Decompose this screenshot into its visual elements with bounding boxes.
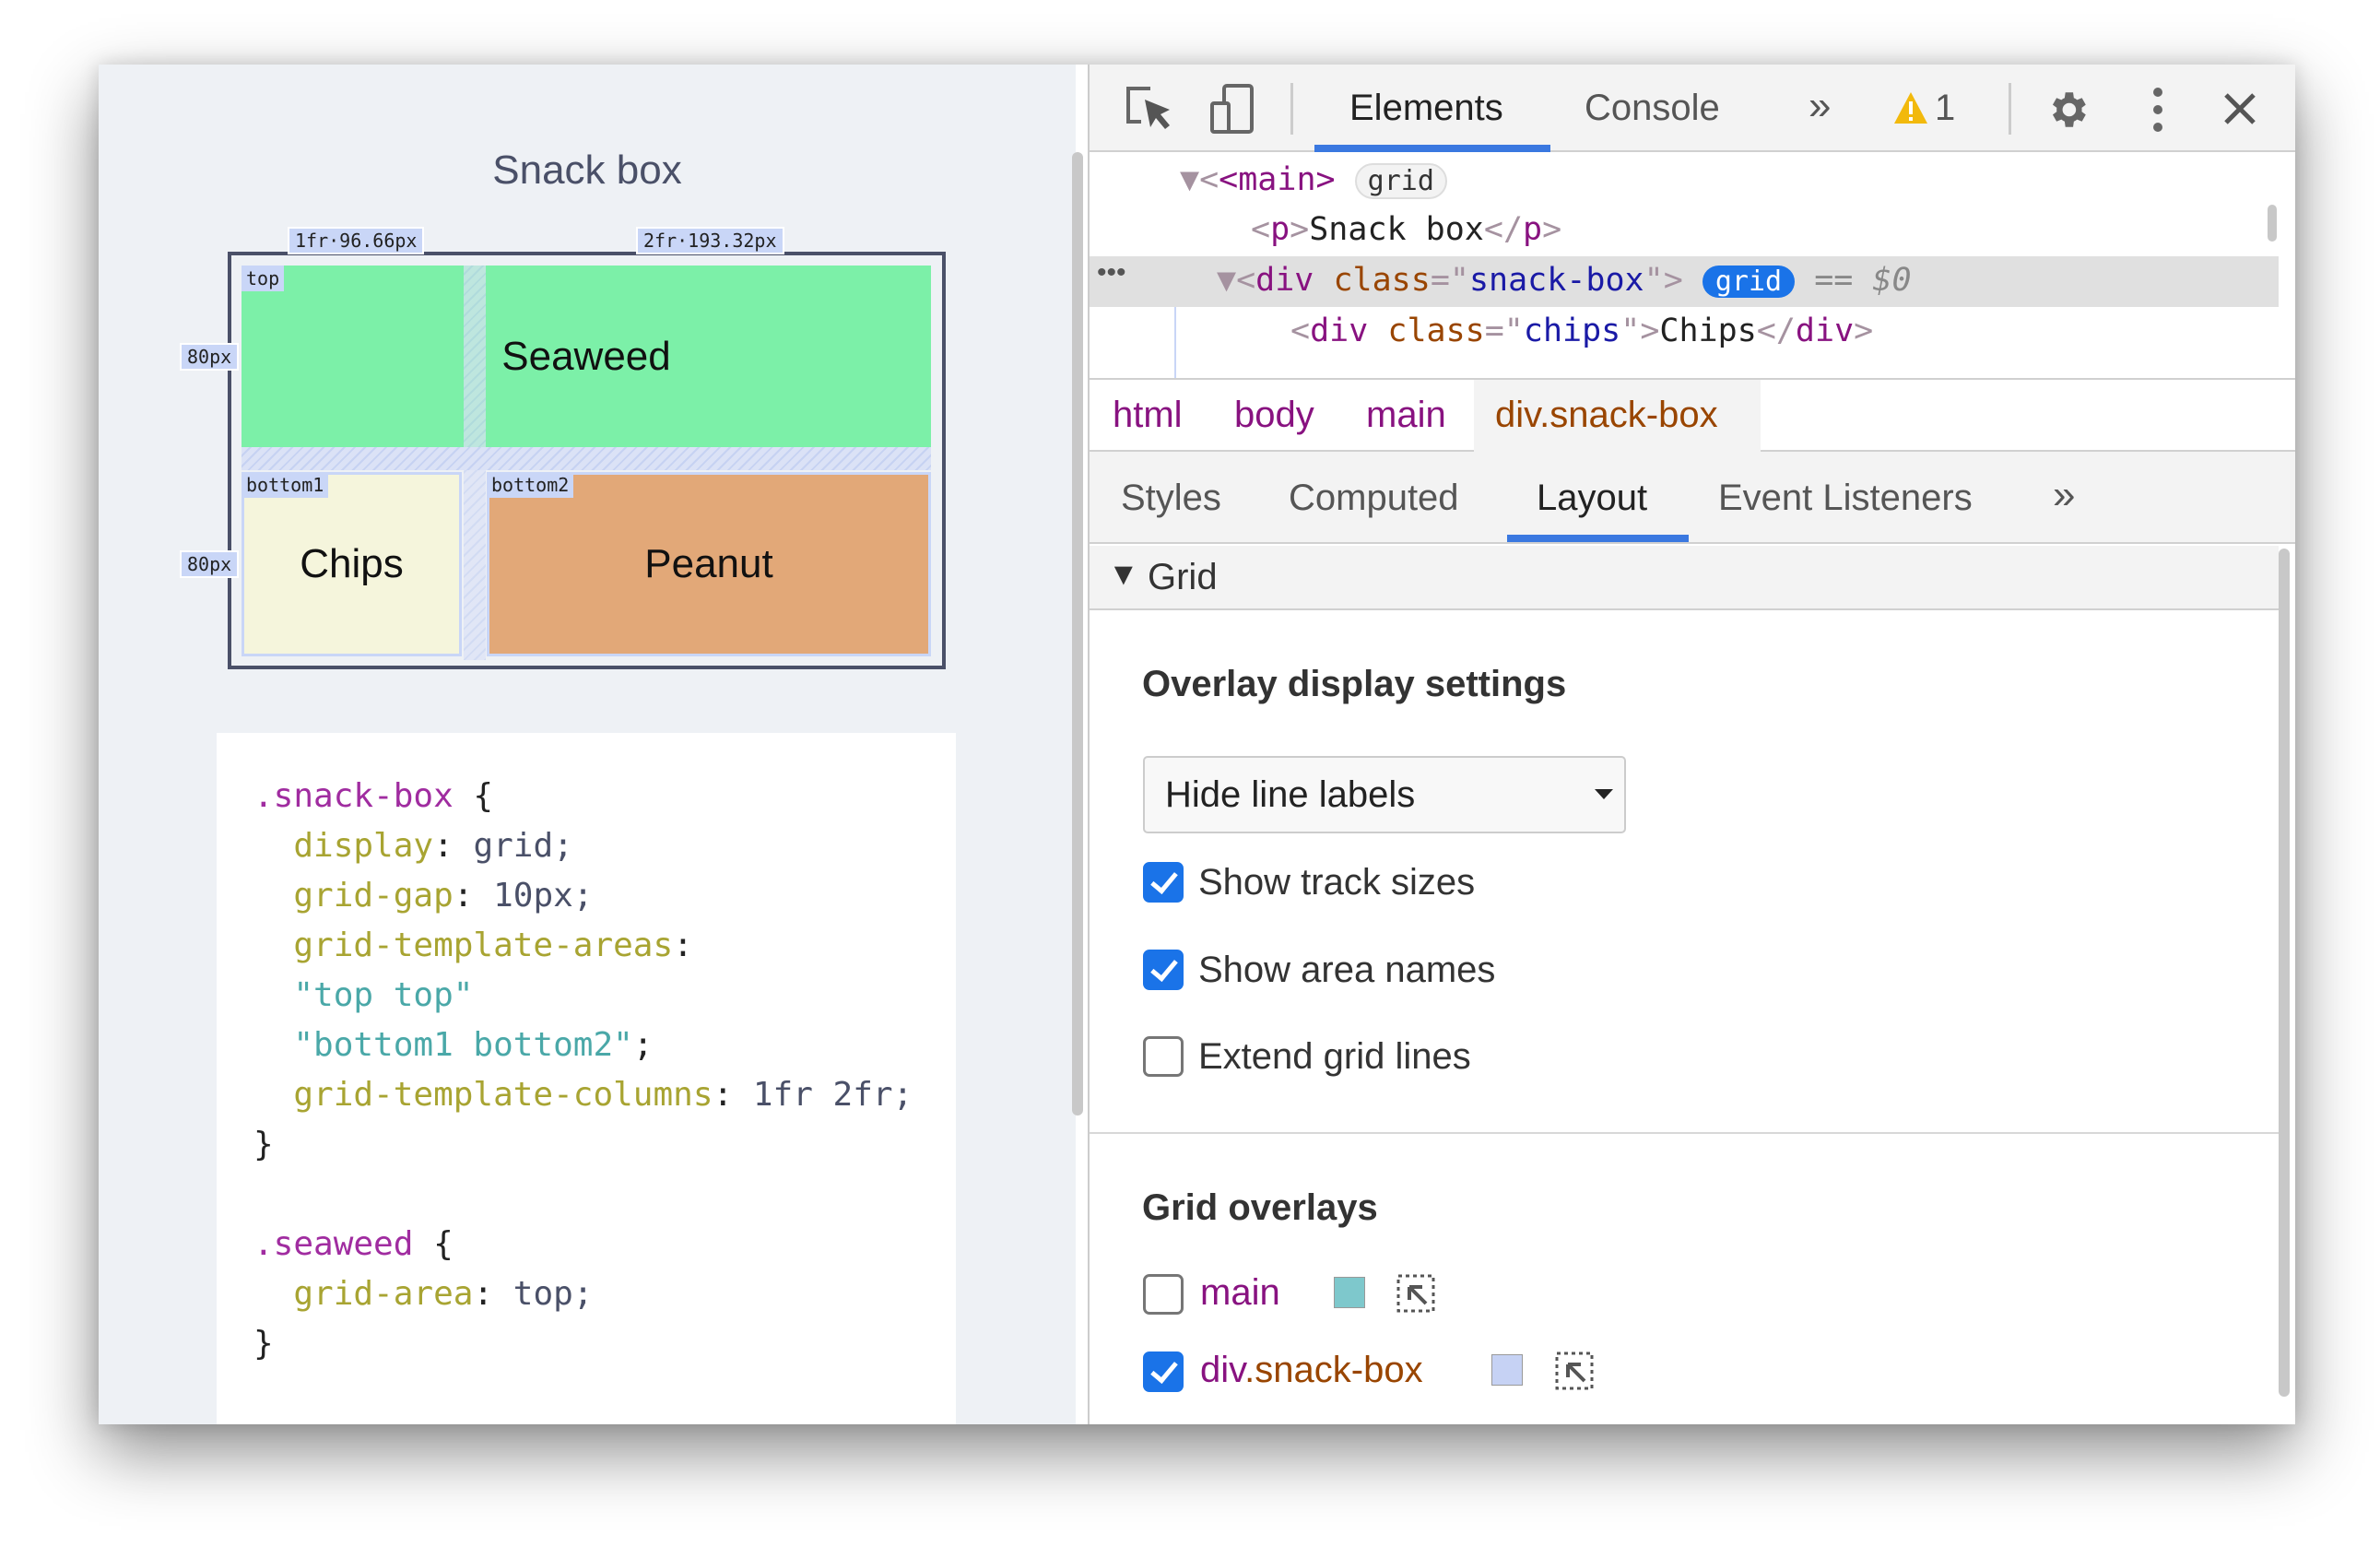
dom-node-snack-box[interactable]: ▼<div class="snack-box"> grid == $0	[1217, 262, 1912, 299]
window: Snack box Seaweed Chips Peanut top botto…	[99, 65, 2295, 1424]
highlight-element-icon[interactable]	[1396, 1274, 1435, 1313]
tab-elements[interactable]: Elements	[1349, 88, 1503, 129]
show-area-names-checkbox[interactable]	[1143, 950, 1184, 990]
grid-badge-main[interactable]: grid	[1354, 163, 1447, 199]
dom-node-p[interactable]: <p>Snack box</p>	[1251, 211, 1561, 248]
line-labels-select[interactable]: Hide line labels	[1143, 756, 1626, 833]
more-options-icon[interactable]	[2151, 87, 2164, 133]
overlay-main-color-swatch[interactable]	[1334, 1277, 1365, 1308]
show-track-sizes-label[interactable]: Show track sizes	[1198, 862, 1475, 903]
node-actions-dots[interactable]: •••	[1097, 257, 1126, 289]
overlay-main-checkbox[interactable]	[1143, 1274, 1184, 1315]
warning-icon[interactable]	[1893, 90, 1928, 125]
section-divider	[1090, 1132, 2279, 1134]
tab-computed[interactable]: Computed	[1289, 478, 1459, 519]
dom-tree: ▼<<main> grid <p>Snack box</p> ••• ▼<div…	[1090, 154, 2279, 378]
tab-styles[interactable]: Styles	[1121, 478, 1221, 519]
code-line: .seaweed {	[253, 1225, 454, 1263]
highlight-element-icon[interactable]	[1555, 1351, 1594, 1390]
breadcrumb-div-snack-box[interactable]: div.snack-box	[1495, 395, 1718, 436]
toolbar-divider	[1290, 83, 1293, 135]
active-tab-indicator	[1314, 145, 1550, 152]
page-scrollbar[interactable]	[1072, 152, 1083, 1115]
peanut-cell: Peanut	[487, 472, 931, 656]
track-size-col2: 2fr·193.32px	[636, 227, 784, 254]
breadcrumb: html body main div.snack-box	[1090, 378, 2295, 452]
code-line: }	[253, 1325, 274, 1363]
area-label-bottom1: bottom1	[242, 472, 329, 498]
code-line: .snack-box {	[253, 777, 494, 815]
row-gap	[242, 447, 931, 470]
code-line: }	[253, 1126, 274, 1163]
layout-scrollbar[interactable]	[2279, 549, 2290, 1397]
collapse-triangle-icon[interactable]: ▼	[1108, 557, 1139, 593]
grid-overlays-heading: Grid overlays	[1142, 1187, 1378, 1228]
grid-section-header[interactable]: ▼ Grid	[1090, 546, 2279, 610]
code-line: "top top"	[253, 976, 474, 1014]
code-line: grid-template-areas:	[253, 927, 693, 964]
code-line: grid-gap: 10px;	[253, 877, 594, 915]
grid-section-title: Grid	[1148, 557, 1218, 597]
devtools-toolbar: Elements Console » 1	[1090, 65, 2295, 152]
tree-guide	[1174, 307, 1176, 378]
track-size-row1: 80px	[180, 343, 240, 371]
overlay-settings-heading: Overlay display settings	[1142, 664, 1567, 704]
dom-node-chips[interactable]: <div class="chips">Chips</div>	[1290, 313, 1873, 349]
area-label-top: top	[242, 266, 285, 291]
active-panel-tab-indicator	[1507, 535, 1689, 542]
panel-tabs: Styles Computed Layout Event Listeners »	[1090, 452, 2295, 544]
track-size-row2: 80px	[180, 550, 240, 578]
warning-count[interactable]: 1	[1935, 88, 1955, 129]
show-area-names-label[interactable]: Show area names	[1198, 950, 1495, 991]
overlay-main-label[interactable]: main	[1200, 1272, 1280, 1314]
grid-badge-snack-box[interactable]: grid	[1702, 266, 1796, 298]
close-icon[interactable]	[2223, 92, 2256, 125]
overlay-snack-box-checkbox[interactable]	[1143, 1351, 1184, 1392]
toolbar-divider	[2009, 83, 2011, 135]
overlay-snack-box-label[interactable]: div.snack-box	[1200, 1350, 1423, 1391]
settings-gear-icon[interactable]	[2044, 87, 2091, 133]
tab-layout[interactable]: Layout	[1537, 478, 1647, 519]
more-panel-tabs-icon[interactable]: »	[2053, 472, 2075, 518]
overlay-snack-box-color-swatch[interactable]	[1491, 1354, 1523, 1386]
tab-event-listeners[interactable]: Event Listeners	[1718, 478, 1973, 519]
breadcrumb-html[interactable]: html	[1113, 395, 1183, 436]
breadcrumb-main[interactable]: main	[1366, 395, 1446, 436]
show-track-sizes-checkbox[interactable]	[1143, 862, 1184, 903]
seaweed-cell: Seaweed	[242, 266, 931, 447]
tab-console[interactable]: Console	[1585, 88, 1720, 129]
code-line: "bottom1 bottom2";	[253, 1026, 654, 1064]
page-viewport: Snack box Seaweed Chips Peanut top botto…	[99, 65, 1076, 1424]
area-label-bottom2: bottom2	[487, 472, 574, 498]
code-line: display: grid;	[253, 827, 573, 865]
chips-cell: Chips	[242, 472, 462, 656]
code-line: grid-template-columns: 1fr 2fr;	[253, 1076, 913, 1114]
track-size-col1: 1fr·96.66px	[288, 227, 425, 254]
more-tabs-icon[interactable]: »	[1809, 83, 1831, 129]
extend-grid-lines-checkbox[interactable]	[1143, 1036, 1184, 1077]
dom-node-main[interactable]: ▼<<main> grid	[1180, 161, 1447, 199]
dom-scrollbar[interactable]	[2268, 205, 2277, 242]
code-line: grid-area: top;	[253, 1275, 594, 1313]
snack-box-grid: Seaweed Chips Peanut top bottom1 bottom2	[228, 252, 946, 669]
device-toolbar-icon[interactable]	[1209, 83, 1257, 135]
inspect-element-icon[interactable]	[1125, 85, 1174, 133]
css-code-block: .snack-box { display: grid; grid-gap: 10…	[217, 733, 956, 1424]
breadcrumb-body[interactable]: body	[1234, 395, 1314, 436]
dropdown-arrow-icon	[1595, 789, 1613, 799]
page-title: Snack box	[492, 148, 682, 193]
extend-grid-lines-label[interactable]: Extend grid lines	[1198, 1036, 1471, 1078]
devtools-panel: Elements Console » 1 ▼<<main> grid <p>Sn…	[1088, 65, 2295, 1424]
